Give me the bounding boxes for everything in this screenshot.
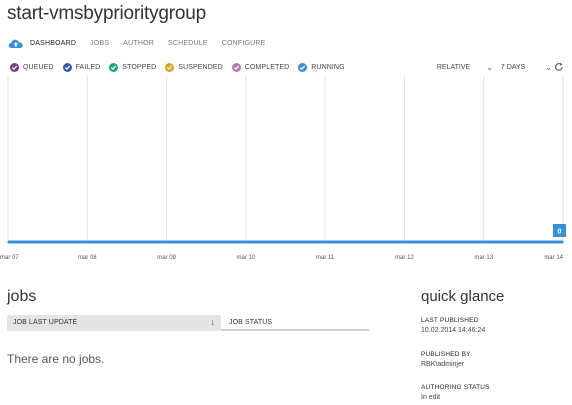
data-point	[403, 241, 406, 243]
check-icon	[10, 62, 19, 72]
sort-arrow-down-icon: ↓	[210, 317, 215, 327]
legend-label: COMPLETED	[244, 63, 290, 71]
legend-label: STOPPED	[122, 63, 157, 71]
data-point	[245, 241, 247, 243]
refresh-icon[interactable]	[554, 62, 564, 72]
tab-configure[interactable]: CONFIGURE	[222, 40, 266, 47]
x-tick-label: mar 08	[78, 255, 97, 261]
empty-jobs-message: There are no jobs.	[7, 352, 105, 366]
check-icon	[62, 62, 72, 72]
legend-item-stopped[interactable]: STOPPED	[109, 62, 157, 72]
range-label: 7 DAYS	[500, 63, 526, 71]
column-header-job-last-update[interactable]: JOB LAST UPDATE ↓	[7, 315, 221, 331]
check-icon	[109, 62, 119, 72]
data-point	[562, 241, 564, 243]
legend-label: QUEUED	[23, 63, 54, 71]
last-published-value: 10.02.2014 14:46:24	[421, 327, 486, 334]
nav-tabs: DASHBOARD JOBS AUTHOR SCHEDULE CONFIGURE	[8, 36, 280, 50]
x-tick-label: mar 12	[395, 255, 414, 261]
data-point	[7, 241, 9, 243]
data-point	[165, 241, 168, 243]
jobs-section-title: jobs	[7, 288, 37, 305]
quick-glance-title: quick glance	[421, 288, 505, 305]
check-icon	[165, 62, 175, 72]
tab-schedule[interactable]: SCHEDULE	[168, 40, 208, 47]
legend-item-suspended[interactable]: SUSPENDED	[165, 62, 223, 72]
legend-label: FAILED	[75, 63, 101, 71]
authoring-status-label: AUTHORING STATUS	[421, 384, 490, 391]
legend-label: SUSPENDED	[178, 63, 223, 71]
data-point	[482, 241, 485, 243]
published-by-value: RBK\adminjer	[421, 361, 465, 368]
jobs-chart: 0 mar 07 mar 08 mar 09 mar 10 mar 11 mar 12 mar…	[0, 76, 566, 261]
last-published-label: LAST PUBLISHED	[421, 317, 479, 324]
jobs-table-header: JOB LAST UPDATE ↓ JOB STATUS	[7, 315, 369, 331]
check-icon	[231, 62, 241, 72]
authoring-status-value: In edit	[421, 394, 441, 401]
legend-item-failed[interactable]: FAILED	[62, 62, 101, 72]
relative-dropdown[interactable]: RELATIVE	[437, 64, 470, 71]
x-tick-label: mar 10	[237, 255, 256, 261]
column-header-job-status[interactable]: JOB STATUS	[221, 315, 369, 331]
cloud-upload-icon	[8, 39, 23, 48]
legend-item-running[interactable]: RUNNING	[298, 62, 345, 72]
published-by-label: PUBLISHED BY	[421, 351, 471, 358]
legend-label: RUNNING	[311, 63, 345, 71]
data-point	[324, 241, 326, 243]
status-legend: QUEUED FAILED STOPPED SUSPENDED COMPLETE…	[10, 62, 354, 72]
x-tick-label: mar 09	[157, 255, 176, 261]
latest-value-label: 0	[558, 229, 562, 236]
page-title: start-vmsbyprioritygroup	[7, 3, 206, 24]
x-tick-label: mar 11	[316, 255, 335, 261]
tab-author[interactable]: AUTHOR	[123, 40, 154, 47]
legend-item-completed[interactable]: COMPLETED	[231, 62, 290, 72]
x-tick-label: mar 07	[0, 255, 19, 261]
chevron-down-icon[interactable]: ⌄	[545, 63, 552, 72]
legend-item-queued[interactable]: QUEUED	[10, 62, 54, 72]
tab-jobs[interactable]: JOBS	[90, 40, 109, 47]
data-point	[86, 241, 89, 243]
column-label: JOB LAST UPDATE	[13, 319, 78, 326]
chart-controls: RELATIVE ⌄ 7 DAYS ⌄	[437, 61, 564, 73]
chevron-down-icon: ⌄	[486, 62, 493, 72]
range-dropdown[interactable]: ⌄ 7 DAYS	[486, 63, 525, 72]
x-tick-label: mar 14	[544, 255, 563, 261]
x-tick-label: mar 13	[474, 255, 493, 261]
tab-dashboard[interactable]: DASHBOARD	[30, 40, 76, 47]
check-icon	[298, 62, 308, 72]
